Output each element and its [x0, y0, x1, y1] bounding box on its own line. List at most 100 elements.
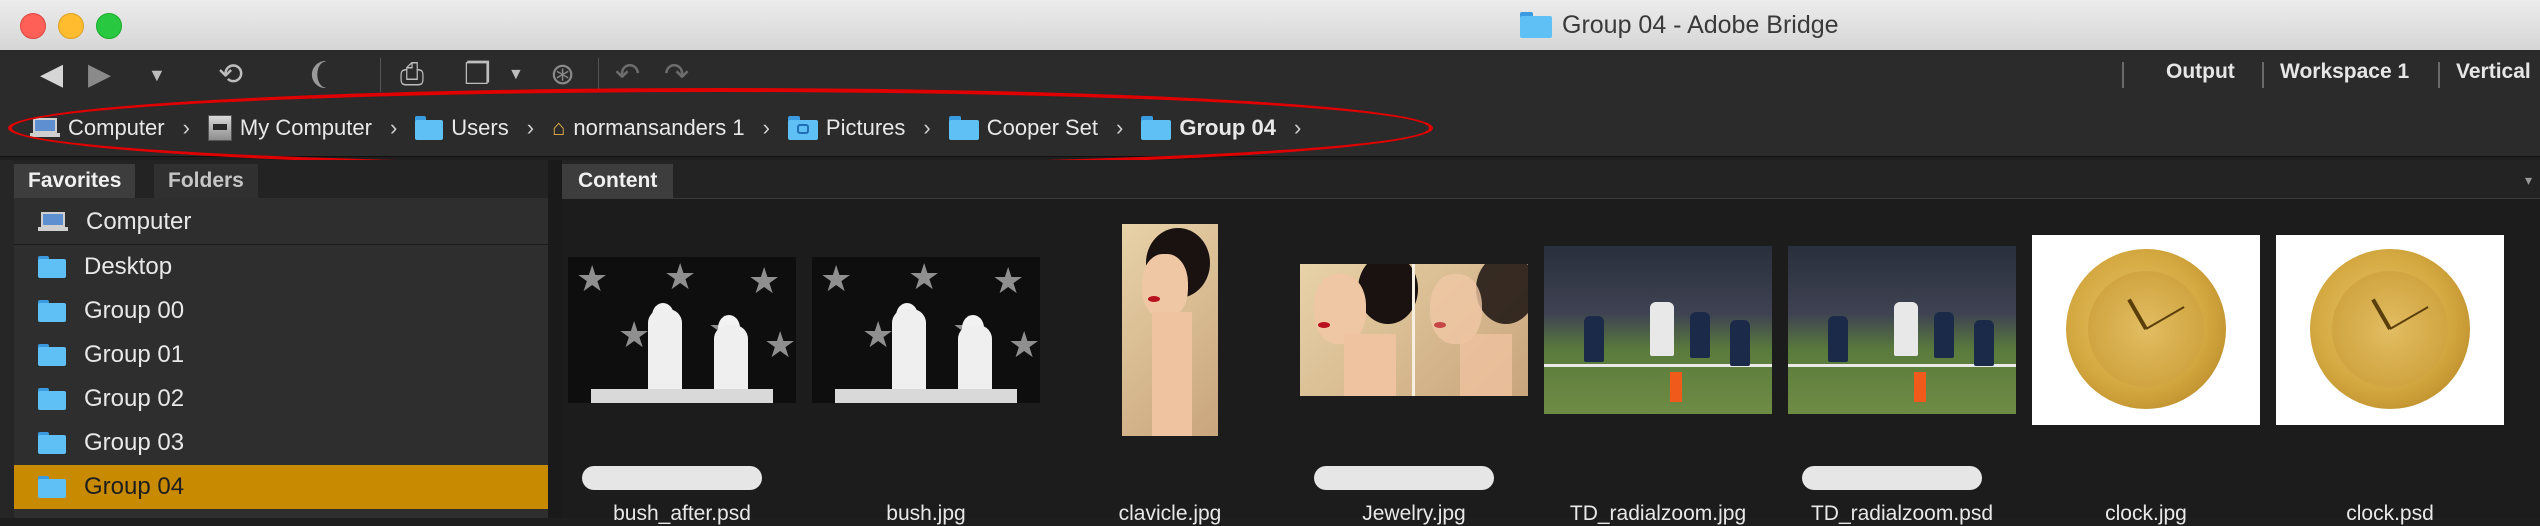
toolbar-separator	[380, 58, 381, 92]
favorite-computer[interactable]: Computer	[14, 200, 548, 245]
chevron-right-icon[interactable]: ›	[763, 115, 770, 141]
thumbnail-item[interactable]: Jewelry.jpg	[1294, 200, 1534, 525]
content-tabs: Content ▾	[562, 160, 2540, 199]
rotate-left-icon[interactable]: ↶	[615, 58, 640, 92]
folder-icon	[38, 432, 66, 454]
breadcrumb-label: Pictures	[825, 115, 906, 140]
breadcrumb-label: My Computer	[239, 115, 372, 140]
favorite-group-01[interactable]: Group 01	[14, 333, 548, 377]
computer-icon	[38, 212, 68, 232]
breadcrumb-label: Cooper Set	[986, 115, 1099, 140]
workspace-separator	[2262, 62, 2264, 88]
zoom-window-button[interactable]	[96, 13, 122, 39]
panel-tabs: Favorites Folders	[14, 160, 548, 198]
favorite-label: Desktop	[84, 253, 173, 280]
left-edge	[0, 160, 14, 518]
window-title-text: Group 04 - Adobe Bridge	[1562, 10, 1839, 39]
rotate-right-icon[interactable]: ↷	[664, 58, 689, 92]
thumbnail-item[interactable]: clavicle.jpg	[1050, 200, 1290, 525]
chevron-right-icon[interactable]: ›	[390, 115, 397, 141]
favorite-label: Group 03	[84, 429, 185, 456]
path-bar: Computer › My Computer › Users › ⌂ norma…	[0, 100, 2540, 157]
panel-menu-icon[interactable]: ▾	[2525, 172, 2532, 189]
thumbnail-frame	[1782, 200, 2022, 460]
minimize-window-button[interactable]	[58, 13, 84, 39]
thumbnail-image	[1788, 246, 2016, 414]
chevron-right-icon[interactable]: ›	[527, 115, 534, 141]
thumbnail-item[interactable]: TD_radialzoom.psd	[1782, 200, 2022, 525]
back-arrow-icon[interactable]: ◀	[40, 58, 63, 92]
folder-icon	[1520, 12, 1552, 38]
workspace-separator	[2438, 62, 2440, 88]
thumbnail-item[interactable]: clock.jpg	[2026, 200, 2266, 525]
thumbnail-frame: ★★ ★★ ★★	[562, 200, 802, 460]
workspace-separator	[2122, 62, 2124, 88]
breadcrumb-cooper-set[interactable]: Cooper Set	[948, 115, 1099, 141]
breadcrumb-label: Users	[451, 115, 509, 140]
thumbnail-filename: Jewelry.jpg	[1362, 502, 1466, 525]
breadcrumb-group-04[interactable]: Group 04	[1141, 115, 1276, 141]
folder-icon	[38, 300, 66, 322]
history-dropdown-icon[interactable]: ▼	[148, 58, 166, 92]
thumbnail-item[interactable]: clock.psd	[2270, 200, 2510, 525]
favorite-group-03[interactable]: Group 03	[14, 421, 548, 465]
thumbnail-item[interactable]: ★★ ★★ ★★ bush.jpg	[806, 200, 1046, 525]
thumbnail-image	[1122, 224, 1218, 436]
content-panel: Content ▾ ★★ ★★ ★★ bush_after.psd ★★ ★★	[562, 160, 2540, 525]
chevron-right-icon[interactable]: ›	[923, 115, 930, 141]
workspace-output[interactable]: Output	[2166, 60, 2235, 84]
workspace-vertical[interactable]: Vertical	[2456, 60, 2531, 84]
refine-dropdown-icon[interactable]: ▼	[508, 58, 524, 92]
breadcrumb-label: Computer	[68, 115, 165, 140]
workspace-1[interactable]: Workspace 1	[2280, 60, 2409, 84]
thumbnail-filename: clavicle.jpg	[1118, 502, 1222, 525]
thumbnail-filename: bush_after.psd	[613, 502, 751, 525]
close-window-button[interactable]	[20, 13, 46, 39]
favorite-desktop[interactable]: Desktop	[14, 245, 548, 289]
reveal-icon[interactable]: ❨	[306, 58, 331, 92]
favorite-label: Group 02	[84, 385, 185, 412]
forward-arrow-icon[interactable]: ▶	[88, 58, 111, 92]
chevron-right-icon[interactable]: ›	[1116, 115, 1123, 141]
folder-icon	[38, 388, 66, 410]
favorite-group-02[interactable]: Group 02	[14, 377, 548, 421]
boomerang-return-icon[interactable]: ⟲	[218, 58, 243, 92]
breadcrumb-home[interactable]: ⌂ normansanders 1	[552, 115, 745, 141]
favorite-group-00[interactable]: Group 00	[14, 289, 548, 333]
home-icon: ⌂	[552, 115, 566, 140]
toolbar: ◀ ▶ ▼ ⟲ ❨ ⎙ ❐ ▼ ⊛ ↶ ↷ Output Workspace 1…	[0, 50, 2540, 100]
panel-divider[interactable]	[548, 160, 562, 518]
thumbnail-filename: bush.jpg	[886, 502, 966, 525]
window-title: Group 04 - Adobe Bridge	[1520, 10, 1839, 40]
get-photos-camera-icon[interactable]: ⎙	[400, 58, 424, 92]
camera-raw-icon[interactable]: ⊛	[550, 58, 575, 92]
computer-icon	[30, 118, 60, 138]
thumbnail-filename: TD_radialzoom.psd	[1810, 502, 1994, 525]
breadcrumb-pictures[interactable]: Pictures	[787, 115, 906, 141]
thumbnail-item[interactable]: ★★ ★★ ★★ bush_after.psd	[562, 200, 802, 525]
refine-copy-icon[interactable]: ❐	[464, 58, 491, 92]
tab-favorites[interactable]: Favorites	[14, 164, 136, 198]
breadcrumb-users[interactable]: Users	[415, 115, 509, 141]
favorite-label: Group 04	[84, 473, 185, 500]
thumbnail-image	[2032, 235, 2260, 425]
thumbnail-item[interactable]: TD_radialzoom.jpg	[1538, 200, 1778, 525]
thumbnail-image	[1300, 264, 1528, 396]
chevron-right-icon[interactable]: ›	[183, 115, 190, 141]
favorites-list: Computer Desktop Group 00 Group 01 Group…	[14, 200, 548, 509]
breadcrumb-computer[interactable]: Computer	[30, 115, 165, 141]
folder-icon	[38, 476, 66, 498]
chevron-right-icon[interactable]: ›	[1294, 115, 1301, 141]
thumbnail-image	[2276, 235, 2504, 425]
breadcrumb-my-computer[interactable]: My Computer	[207, 115, 372, 141]
thumbnail-frame: ★★ ★★ ★★	[806, 200, 1046, 460]
tab-folders[interactable]: Folders	[154, 164, 258, 198]
tab-content[interactable]: Content	[562, 164, 674, 198]
favorites-panel: Favorites Folders Computer Desktop Group…	[14, 160, 548, 518]
label-badge	[582, 466, 762, 490]
hard-drive-icon	[207, 115, 232, 141]
thumbnail-filename: TD_radialzoom.jpg	[1569, 502, 1747, 525]
folder-icon	[38, 344, 66, 366]
thumbnail-image: ★★ ★★ ★★	[812, 257, 1040, 403]
favorite-group-04[interactable]: Group 04	[14, 465, 548, 509]
